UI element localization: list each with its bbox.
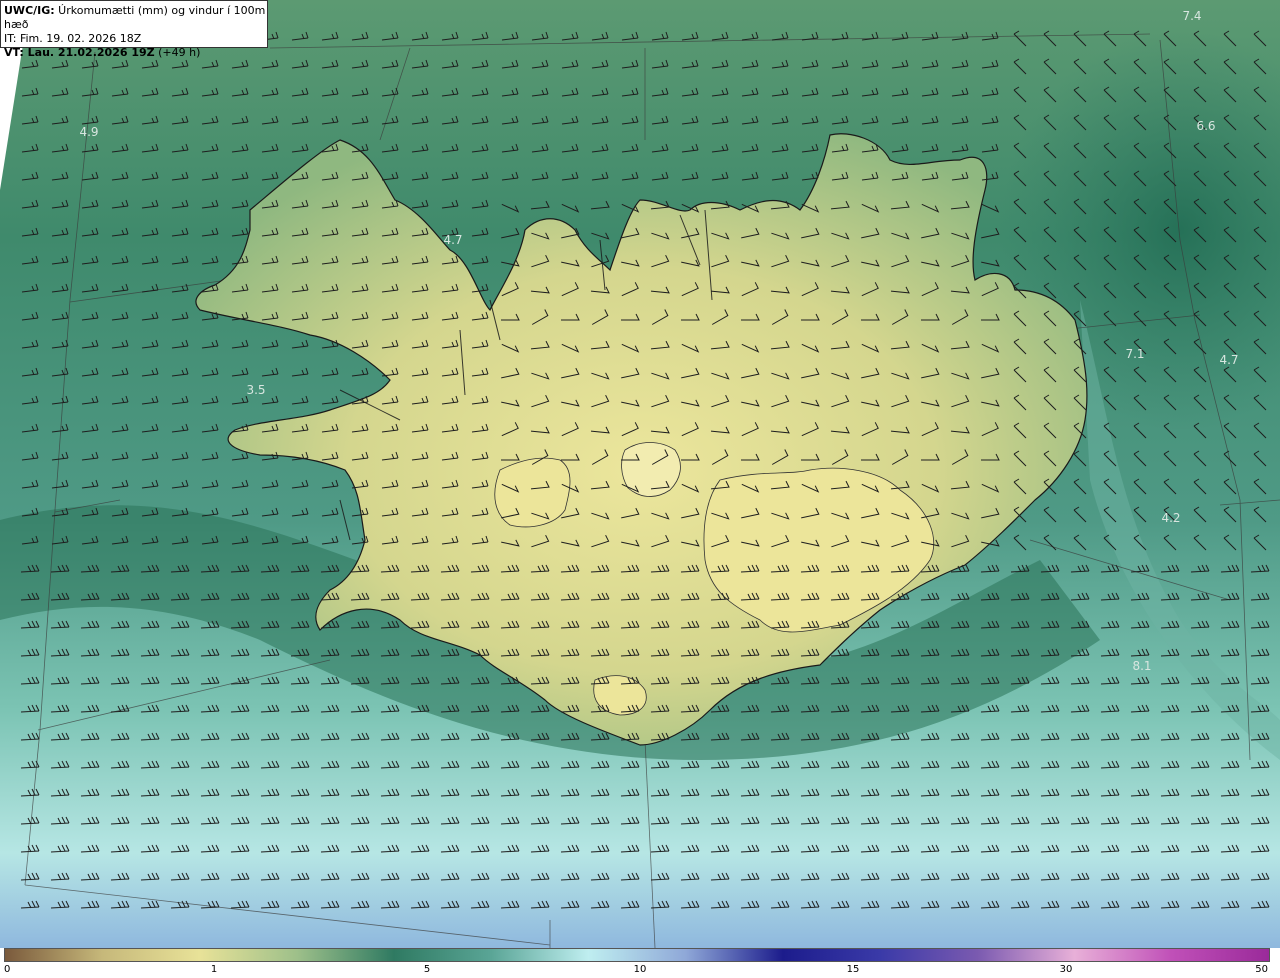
value-label: 3.5	[246, 383, 266, 397]
colorbar	[4, 948, 1270, 962]
value-label: 4.9	[79, 125, 99, 139]
value-label: 7.4	[1182, 9, 1202, 23]
map-info-box: UWC/IG: Úrkomumætti (mm) og vindur í 100…	[0, 0, 268, 59]
value-label: 7.1	[1125, 347, 1145, 361]
valid-time-line: VT: Lau. 21.02.2026 19Z (+49 h)	[4, 46, 267, 60]
value-label: 4.2	[1161, 511, 1181, 525]
weather-map	[0, 0, 1280, 948]
colorbar-ticks: 0 1 5 10 15 30 50	[0, 962, 1280, 978]
colorbar-tick: 30	[1059, 964, 1073, 975]
colorbar-tick: 0	[4, 964, 11, 975]
colorbar-tick: 50	[1255, 964, 1268, 975]
map-title-line: UWC/IG: Úrkomumætti (mm) og vindur í 100…	[4, 4, 267, 32]
lead-time: (+49 h)	[154, 46, 201, 59]
value-label: 8.1	[1132, 659, 1152, 673]
init-time: IT: Fim. 19. 02. 2026 18Z	[4, 32, 142, 45]
value-label: 4.7	[1219, 353, 1239, 367]
colorbar-tick: 10	[633, 964, 647, 975]
value-label: 6.6	[1196, 119, 1216, 133]
valid-time: VT: Lau. 21.02.2026 19Z	[4, 46, 155, 59]
model-label: UWC/IG:	[4, 4, 55, 17]
value-label: 4.7	[443, 233, 463, 247]
colorbar-tick: 5	[423, 964, 431, 975]
colorbar-tick: 15	[846, 964, 860, 975]
colorbar-tick: 1	[210, 964, 218, 975]
